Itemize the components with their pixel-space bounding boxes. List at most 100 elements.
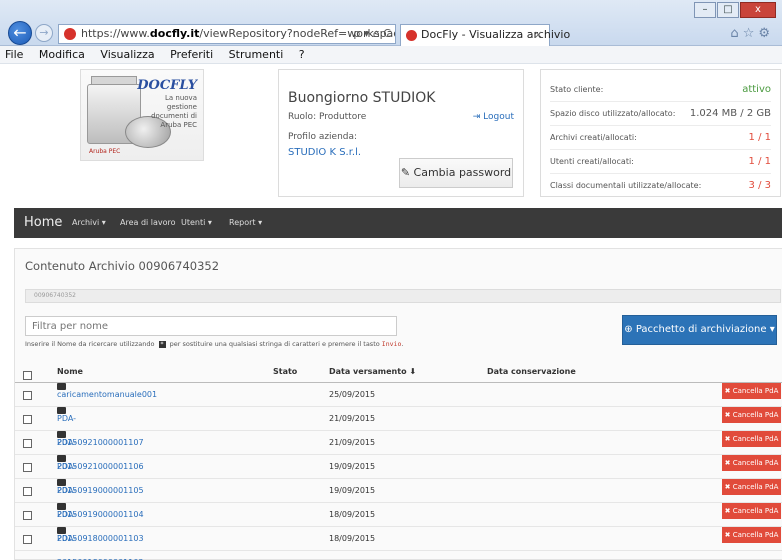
browser-toolbar-icons: ⌂☆⚙ xyxy=(730,26,774,41)
stat-value: attivo xyxy=(742,84,771,95)
menu-visualizza[interactable]: Visualizza xyxy=(100,48,154,61)
maximize-icon[interactable]: □ xyxy=(717,2,739,18)
row-checkbox[interactable] xyxy=(23,391,32,400)
table-row: PDA-20150921000001106 21/09/2015 ✖ Cance… xyxy=(15,431,782,471)
stat-value: 1 / 1 xyxy=(748,132,771,143)
tab-title: DocFly - Visualizza archivio xyxy=(421,28,571,41)
delete-pda-button[interactable]: ✖ Cancella PdA xyxy=(722,527,781,543)
archive-package-button[interactable]: ⊕ Pacchetto di archiviazione ▾ xyxy=(622,315,777,345)
column-header-data-versamento[interactable]: Data versamento ⬇ xyxy=(329,367,416,376)
column-header-stato[interactable]: Stato xyxy=(273,367,297,376)
logout-icon: ⇥ xyxy=(472,112,481,122)
settings-gear-icon[interactable]: ⚙ xyxy=(758,26,774,41)
stat-value: 1 / 1 xyxy=(748,156,771,167)
menu-strumenti[interactable]: Strumenti xyxy=(229,48,284,61)
filter-hint: Inserire il Nome da ricercare utilizzand… xyxy=(25,340,403,348)
row-checkbox[interactable] xyxy=(23,463,32,472)
stat-label: Stato cliente: xyxy=(550,85,604,94)
forward-button[interactable]: → xyxy=(35,24,53,42)
delete-pda-button[interactable]: ✖ Cancella PdA xyxy=(722,455,781,471)
stat-label: Classi documentali utilizzate/allocate: xyxy=(550,181,702,190)
delete-pda-button[interactable]: ✖ Cancella PdA xyxy=(722,503,781,519)
menu-help[interactable]: ? xyxy=(299,48,305,61)
hint-text-before: Inserire il Nome da ricercare utilizzand… xyxy=(25,340,155,348)
deposit-date: 21/09/2015 xyxy=(329,438,376,447)
menu-preferiti[interactable]: Preferiti xyxy=(170,48,213,61)
row-checkbox[interactable] xyxy=(23,511,32,520)
account-stats: Stato cliente: attivo Spazio disco utiliz… xyxy=(540,69,781,197)
delete-pda-button[interactable]: ✖ Cancella PdA xyxy=(722,431,781,447)
deposit-date: 18/09/2015 xyxy=(329,510,376,519)
nav-utenti[interactable]: Utenti ▾ xyxy=(181,208,212,238)
table-header: Nome Stato Data versamento ⬇ Data conser… xyxy=(15,367,782,383)
hint-text-end: . xyxy=(401,340,404,348)
row-checkbox[interactable] xyxy=(23,487,32,496)
wildcard-badge: * xyxy=(158,340,166,348)
row-checkbox[interactable] xyxy=(23,415,32,424)
deposit-date: 21/09/2015 xyxy=(329,414,376,423)
hint-key: Invio xyxy=(381,340,402,348)
nav-home[interactable]: Home xyxy=(24,208,62,238)
archive-name: PDA-20150918000001102 xyxy=(57,534,144,560)
nav-report[interactable]: Report ▾ xyxy=(229,208,262,238)
delete-pda-button[interactable]: ✖ Cancella PdA xyxy=(722,407,781,423)
menu-file[interactable]: File xyxy=(5,48,23,61)
nav-area-di-lavoro[interactable]: Area di lavoro xyxy=(120,208,176,238)
stat-value: 3 / 3 xyxy=(748,180,771,191)
deposit-date: 19/09/2015 xyxy=(329,462,376,471)
column-header-nome[interactable]: Nome xyxy=(57,367,83,376)
profile-label: Profilo azienda: xyxy=(288,132,358,142)
row-checkbox[interactable] xyxy=(23,439,32,448)
archive-name: caricamentomanuale001 xyxy=(57,390,158,399)
url-prefix: https://www. xyxy=(81,27,150,40)
archive-content-panel: Contenuto Archivio 00906740352 009067403… xyxy=(14,248,782,560)
plus-circle-icon: ⊕ xyxy=(624,324,633,335)
delete-pda-button[interactable]: ✖ Cancella PdA xyxy=(722,383,781,399)
stat-row: Archivi creati/allocati: 1 / 1 xyxy=(550,126,771,150)
stat-row: Spazio disco utilizzato/allocato: 1.024 M… xyxy=(550,102,771,126)
browser-tab[interactable]: DocFly - Visualizza archivio × xyxy=(400,24,570,46)
logo-brand: DOCFLY xyxy=(137,78,197,93)
stat-label: Archivi creati/allocati: xyxy=(550,133,637,142)
column-header-data-conservazione[interactable]: Data conservazione xyxy=(487,367,576,376)
site-favicon-icon xyxy=(64,28,76,40)
back-button[interactable]: ← xyxy=(8,21,32,45)
page-title: Contenuto Archivio 00906740352 xyxy=(25,259,220,273)
address-tools[interactable]: ρ ▾ ⌂ C xyxy=(353,25,391,43)
pencil-icon: ✎ xyxy=(400,166,411,179)
address-bar[interactable]: https://www.docfly.it/viewRepository?nod… xyxy=(58,24,396,44)
minimize-icon[interactable]: – xyxy=(694,2,716,18)
table-row: PDA-20150921000001107 21/09/2015 ✖ Cance… xyxy=(15,407,782,447)
archive-table: Nome Stato Data versamento ⬇ Data conser… xyxy=(15,367,782,560)
stat-row: Classi documentali utilizzate/allocate: 3… xyxy=(550,174,771,198)
table-row: PDA-20150919000001105 19/09/2015 ✖ Cance… xyxy=(15,455,782,495)
window-close-icon[interactable]: x xyxy=(740,2,776,18)
change-password-button[interactable]: ✎ Cambia password xyxy=(399,158,513,188)
hint-text-after: per sostituire una qualsiasi stringa di … xyxy=(169,340,380,348)
deposit-date: 19/09/2015 xyxy=(329,486,376,495)
menu-modifica[interactable]: Modifica xyxy=(39,48,85,61)
main-navbar: Home Archivi ▾ Area di lavoro Utenti ▾ R… xyxy=(14,208,782,238)
deposit-date: 25/09/2015 xyxy=(329,390,376,399)
window-controls: – □ x xyxy=(693,2,776,18)
stat-row: Stato cliente: attivo xyxy=(550,78,771,102)
favorites-star-icon[interactable]: ☆ xyxy=(743,26,759,41)
greeting: Buongiorno STUDIOK xyxy=(288,90,436,106)
menu-bar: File Modifica Visualizza Preferiti Strum… xyxy=(0,46,782,64)
stat-value: 1.024 MB / 2 GB xyxy=(689,108,771,119)
delete-pda-button[interactable]: ✖ Cancella PdA xyxy=(722,479,781,495)
nav-archivi[interactable]: Archivi ▾ xyxy=(72,208,106,238)
company-link[interactable]: STUDIO K S.r.l. xyxy=(288,147,361,158)
home-icon[interactable]: ⌂ xyxy=(730,26,742,41)
logout-label: Logout xyxy=(483,112,514,122)
logout-link[interactable]: ⇥ Logout xyxy=(473,112,514,122)
tab-close-icon[interactable]: × xyxy=(534,25,543,45)
stat-row: Utenti creati/allocati: 1 / 1 xyxy=(550,150,771,174)
row-checkbox[interactable] xyxy=(23,535,32,544)
table-row: PDA-20150919000001104 19/09/2015 ✖ Cance… xyxy=(15,479,782,519)
user-role: Ruolo: Produttore xyxy=(288,112,367,122)
logo-tagline: La nuova gestione documenti di Aruba PEC xyxy=(151,94,197,129)
tab-favicon-icon xyxy=(406,30,417,41)
select-all-checkbox[interactable] xyxy=(23,371,32,380)
filter-name-input[interactable] xyxy=(25,316,397,336)
